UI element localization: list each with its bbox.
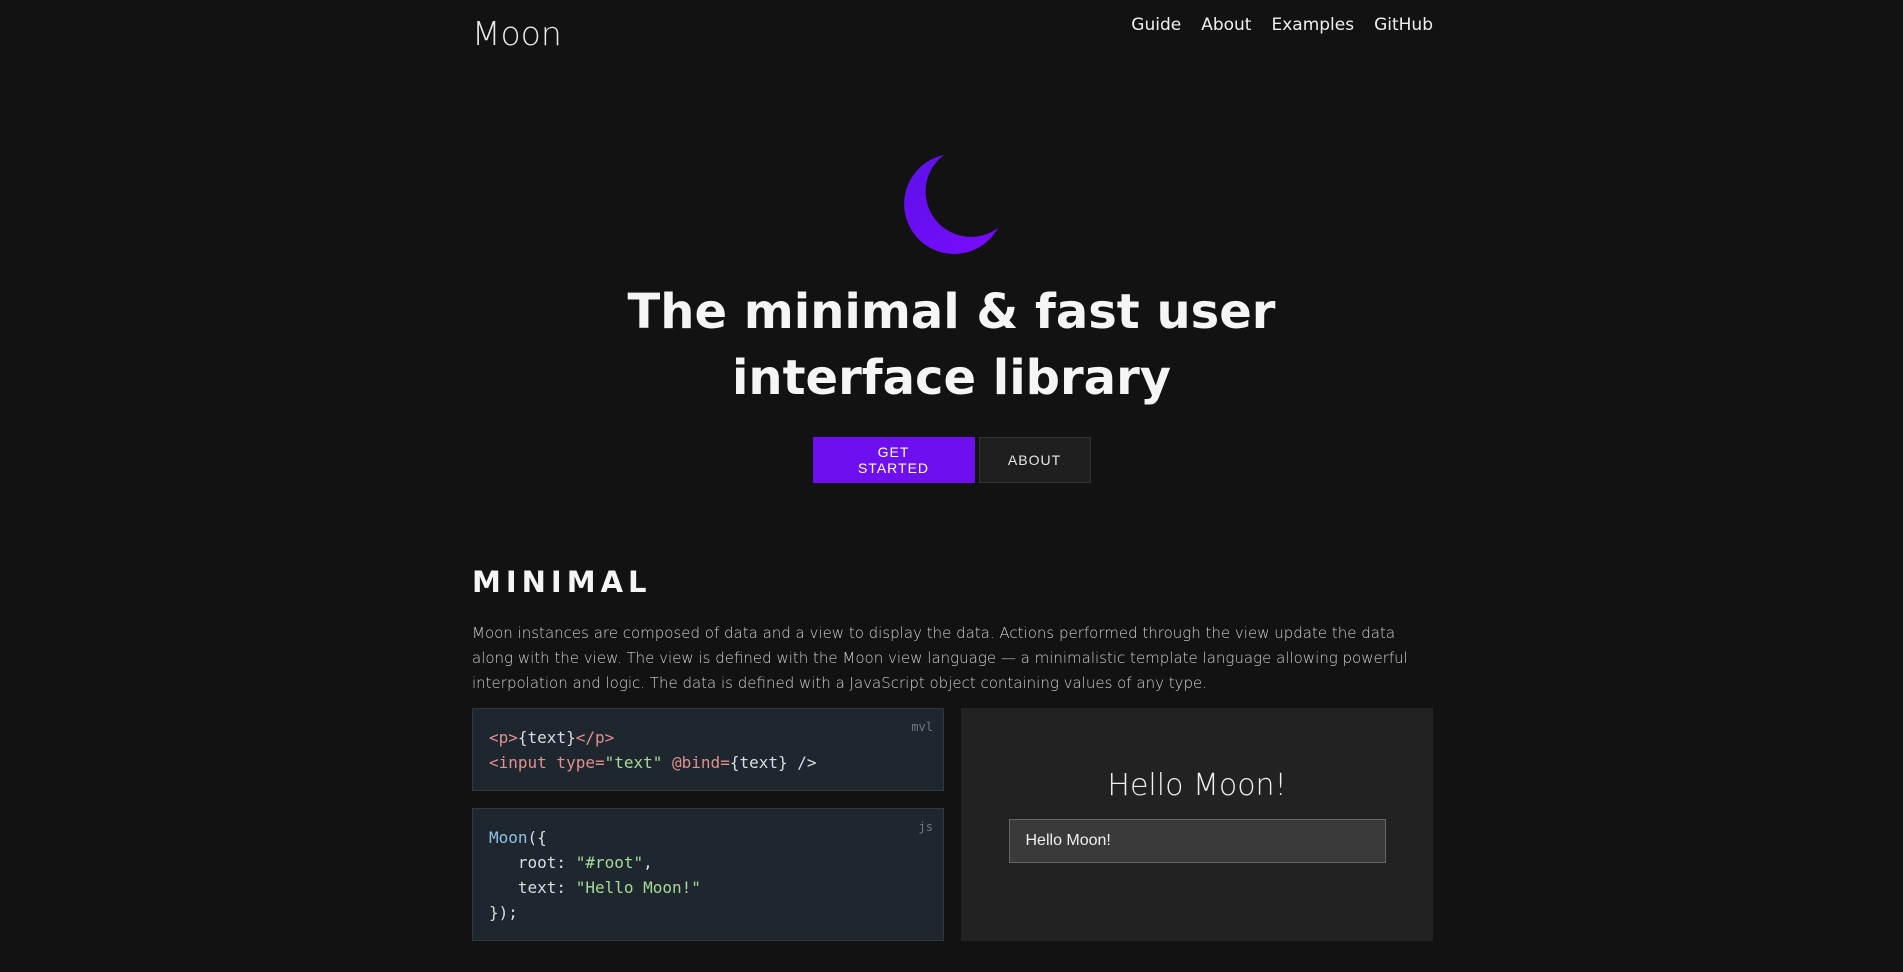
code-token: </p> <box>575 728 615 747</box>
code-line: root: "#root", <box>489 850 927 875</box>
hero-headline-line2: interface library <box>731 350 1172 406</box>
site-header: Moon Guide About Examples GitHub <box>472 0 1433 70</box>
code-token: root: <box>489 853 576 872</box>
code-token: ({ <box>527 828 547 847</box>
code-token: <input <box>489 753 547 772</box>
section-title: MINIMAL <box>472 565 652 599</box>
code-line: <p>{text}</p> <box>489 725 927 750</box>
nav-link-about[interactable]: About <box>1201 15 1251 35</box>
minimal-section: MINIMAL Moon instances are composed of d… <box>472 565 1433 941</box>
hero-headline: The minimal & fast user interface librar… <box>0 279 1903 411</box>
moon-icon <box>903 155 998 254</box>
demo-text-input[interactable] <box>1008 819 1386 863</box>
code-token: text: <box>489 878 576 897</box>
code-token: , <box>643 853 653 872</box>
hero-headline-line1: The minimal & fast user <box>627 284 1276 340</box>
get-started-button[interactable]: GET STARTED <box>812 437 975 483</box>
mvl-code-block: mvl <p>{text}</p> <input type="text" @bi… <box>472 708 944 791</box>
nav-link-github[interactable]: GitHub <box>1374 15 1433 35</box>
code-examples: mvl <p>{text}</p> <input type="text" @bi… <box>472 708 944 941</box>
code-token: {text} /> <box>729 753 817 772</box>
code-token: "#root" <box>575 853 644 872</box>
hero-buttons: GET STARTED ABOUT <box>0 437 1903 483</box>
code-line: text: "Hello Moon!" <box>489 875 927 900</box>
code-token: <p> <box>489 728 518 747</box>
code-language-label: mvl <box>911 720 933 734</box>
section-description: Moon instances are composed of data and … <box>472 624 1408 692</box>
code-token: "Hello Moon!" <box>575 878 701 897</box>
code-line: Moon({ <box>489 825 927 850</box>
code-token: Moon <box>489 828 528 847</box>
code-line: <input type="text" @bind={text} /> <box>489 750 927 775</box>
code-line: }); <box>489 903 518 922</box>
hero-section: The minimal & fast user interface librar… <box>0 150 1903 483</box>
nav-link-guide[interactable]: Guide <box>1131 15 1181 35</box>
site-logo[interactable]: Moon <box>472 14 562 53</box>
js-code-block: js Moon({ root: "#root", text: "Hello Mo… <box>472 808 944 941</box>
code-token: @bind= <box>662 753 730 772</box>
code-token: type= <box>546 753 605 772</box>
about-button[interactable]: ABOUT <box>978 437 1091 483</box>
nav-link-examples[interactable]: Examples <box>1271 15 1354 35</box>
code-language-label: js <box>918 820 933 834</box>
code-token: {text} <box>517 728 576 747</box>
demo-output-text: Hello Moon! <box>1107 768 1287 803</box>
main-nav: Guide About Examples GitHub <box>1131 15 1433 35</box>
code-token: "text" <box>604 753 663 772</box>
live-demo: Hello Moon! <box>961 708 1433 941</box>
